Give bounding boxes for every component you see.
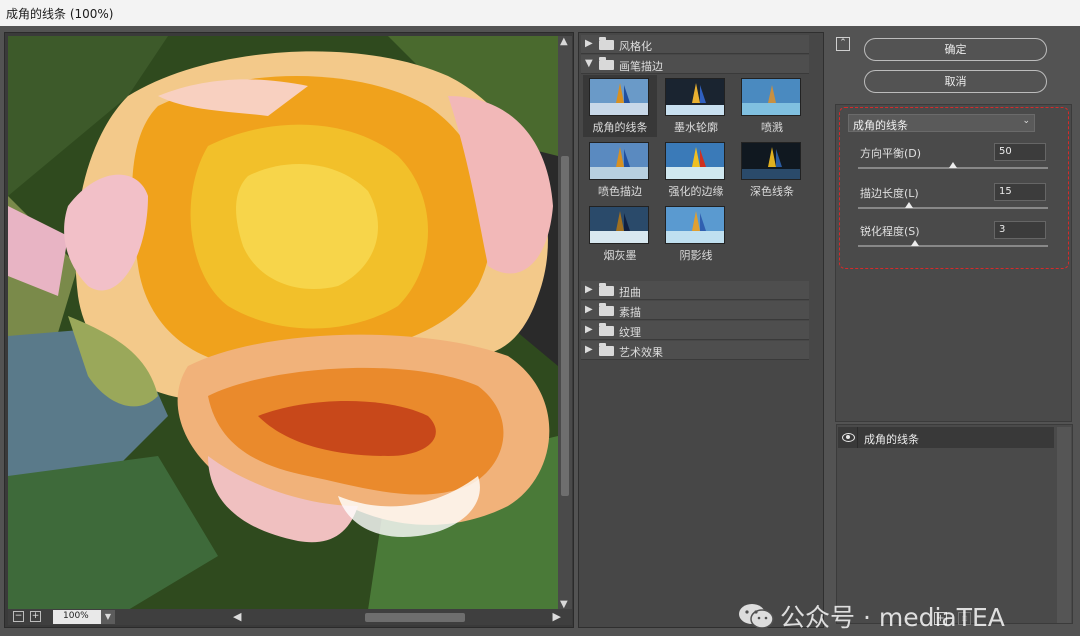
filter-thumb-ink-outlines[interactable]: 墨水轮廓 [659,75,733,137]
effect-layers-panel: 成角的线条 [836,424,1073,624]
folder-label: 素描 [619,306,641,319]
filter-preview-image [741,142,801,180]
direction-balance-slider[interactable] [858,162,1048,169]
direction-balance-input[interactable]: 50 [994,143,1046,161]
filter-preview-image [665,78,725,116]
filter-thumb-label: 强化的边缘 [668,185,724,198]
filter-thumb-label: 喷溅 [761,121,783,134]
stroke-length-input[interactable]: 15 [994,183,1046,201]
filter-preview-image [589,142,649,180]
filter-thumb-label: 深色线条 [750,185,794,198]
chevron-down-icon: ⌄ [1022,116,1030,126]
param-label-sharpness: 锐化程度(S) [860,225,920,238]
filter-thumb-label: 成角的线条 [592,121,648,134]
filter-thumb-sumi-e[interactable]: 烟灰墨 [583,203,657,265]
collapse-up-icon[interactable]: ⌃ [836,37,850,51]
scroll-right-icon[interactable]: ▶ [553,610,561,623]
expand-arrow-icon[interactable]: ▶ [585,38,593,49]
folder-icon [599,37,614,50]
watermark-text: 公众号 · mediaTEA [780,603,1005,632]
folder-icon [599,283,614,296]
zoom-level-field[interactable]: 100% [53,610,101,624]
chevron-down-icon[interactable]: ▼ [101,610,115,624]
filter-thumb-label: 阴影线 [679,249,713,262]
filter-preview-image [665,206,725,244]
preview-hscroll-thumb[interactable] [365,613,465,622]
expand-arrow-icon[interactable]: ▶ [585,344,593,355]
preview-vertical-scrollbar[interactable]: ▲ ▼ [558,36,572,610]
folder-label: 纹理 [619,326,641,339]
filter-preview-image [589,206,649,244]
preview-vscroll-thumb[interactable] [561,156,569,496]
window-title: 成角的线条 (100%) [0,0,1080,26]
filter-thumb-label: 喷色描边 [598,185,642,198]
cancel-button[interactable]: 取消 [864,70,1047,93]
folder-label: 艺术效果 [619,346,663,359]
folder-icon [599,343,614,356]
filter-gallery-dialog: ▲ ▼ − + 100% ▼ ◀ ▶ ▶ 风格化 ▼ 画笔描边 成角的线条 墨水… [0,26,1080,633]
folder-artistic[interactable]: ▶ 艺术效果 [581,341,809,360]
layers-scrollbar[interactable] [1057,427,1071,623]
zoom-in-button[interactable]: + [30,611,41,622]
folder-label: 风格化 [619,40,652,53]
filter-preview-image [665,142,725,180]
expand-arrow-icon[interactable]: ▶ [585,324,593,335]
effect-layer-row[interactable]: 成角的线条 [838,427,1054,448]
sharpness-input[interactable]: 3 [994,221,1046,239]
filter-thumb-accented-edges[interactable]: 强化的边缘 [659,139,733,201]
folder-icon [599,303,614,316]
wechat-logo-icon [738,602,774,630]
slider-handle[interactable] [911,240,919,246]
scroll-left-icon[interactable]: ◀ [233,610,241,623]
filter-thumb-sprayed-strokes[interactable]: 喷色描边 [583,139,657,201]
sharpness-slider[interactable] [858,240,1048,247]
folder-sketch[interactable]: ▶ 素描 [581,301,809,320]
filter-thumb-dark-strokes[interactable]: 深色线条 [735,139,809,201]
slider-handle[interactable] [949,162,957,168]
param-label-direction-balance: 方向平衡(D) [860,147,922,160]
watermark: 公众号 · mediaTEA [738,598,1005,634]
stroke-length-slider[interactable] [858,202,1048,209]
slider-handle[interactable] [905,202,914,208]
filter-thumb-angled-strokes[interactable]: 成角的线条 [583,75,657,137]
filter-thumb-label: 墨水轮廓 [674,121,718,134]
settings-column: ⌃ 确定 取消 成角的线条 ⌄ 方向平衡(D) 50 描边长度(L) 15 锐化… [828,32,1080,628]
scroll-up-icon[interactable]: ▲ [560,36,568,47]
filter-gallery-panel: ▶ 风格化 ▼ 画笔描边 成角的线条 墨水轮廓 喷溅 喷色描边 强化的边缘 深色… [578,32,824,628]
folder-stylize[interactable]: ▶ 风格化 [581,35,809,54]
filter-thumb-spatter[interactable]: 喷溅 [735,75,809,137]
filter-settings-panel: 成角的线条 ⌄ 方向平衡(D) 50 描边长度(L) 15 锐化程度(S) 3 [835,104,1072,422]
folder-distort[interactable]: ▶ 扭曲 [581,281,809,300]
expand-arrow-icon[interactable]: ▶ [585,284,593,295]
filter-preview-image [741,78,801,116]
folder-label: 画笔描边 [619,60,663,73]
filter-select-value: 成角的线条 [853,119,908,132]
folder-texture[interactable]: ▶ 纹理 [581,321,809,340]
folder-icon [599,323,614,336]
collapse-arrow-icon[interactable]: ▼ [585,58,593,69]
ok-button[interactable]: 确定 [864,38,1047,61]
param-label-stroke-length: 描边长度(L) [860,187,919,200]
preview-horizontal-scrollbar[interactable]: ◀ ▶ [233,610,561,623]
preview-bottom-bar: − + 100% ▼ ◀ ▶ [8,609,572,625]
preview-panel: ▲ ▼ − + 100% ▼ ◀ ▶ [4,32,574,628]
filter-thumb-crosshatch[interactable]: 阴影线 [659,203,733,265]
filter-thumb-label: 烟灰墨 [603,249,637,262]
zoom-out-button[interactable]: − [13,611,24,622]
eye-icon[interactable] [838,427,858,448]
preview-image[interactable] [8,36,558,610]
effect-layer-label: 成角的线条 [864,433,919,446]
folder-label: 扭曲 [619,286,641,299]
folder-open-icon [599,57,614,70]
expand-arrow-icon[interactable]: ▶ [585,304,593,315]
filter-preview-image [589,78,649,116]
folder-brush-strokes[interactable]: ▼ 画笔描边 [581,55,809,74]
filter-select[interactable]: 成角的线条 ⌄ [848,114,1035,132]
